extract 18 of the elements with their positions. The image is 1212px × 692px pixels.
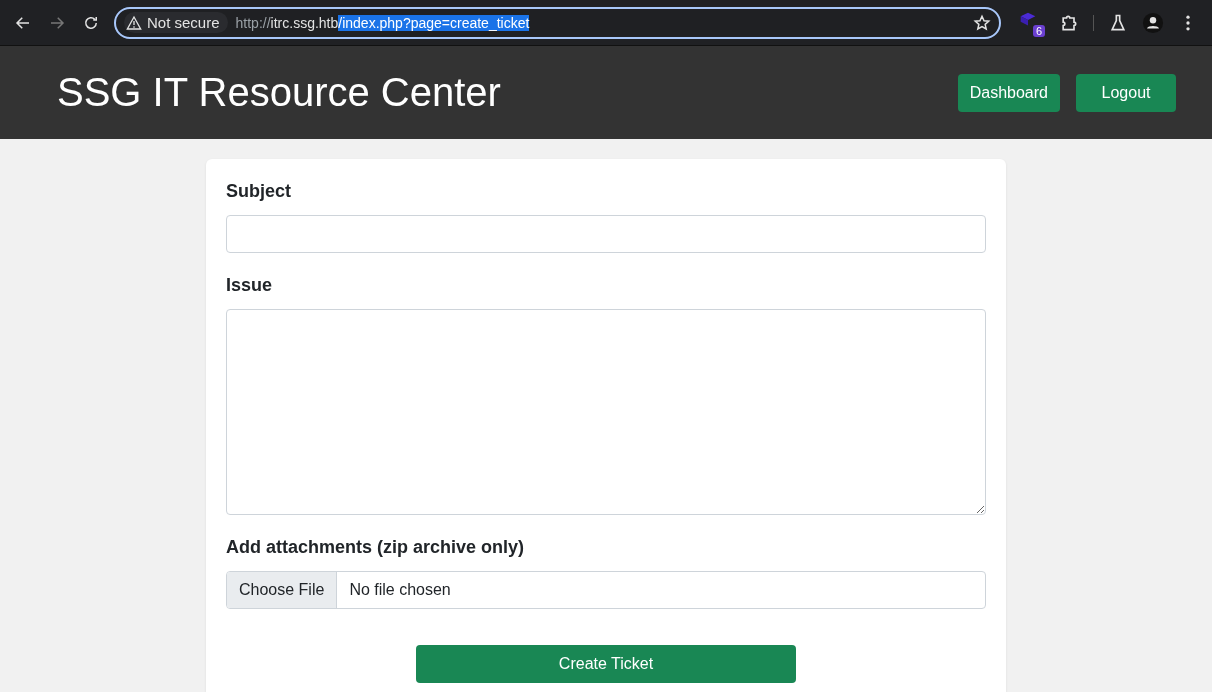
create-ticket-button[interactable]: Create Ticket [416,645,796,683]
extension-badge: 6 [1032,24,1045,37]
warning-icon [126,14,142,31]
file-field[interactable]: Choose File No file chosen [226,571,986,609]
field-label: Issue [226,275,274,296]
security-chip[interactable]: Not secure [124,12,228,33]
field-label: Add attachments (zip archive only) [226,537,526,558]
flask-icon[interactable] [1108,12,1128,33]
site-title: SSG IT Resource Center [57,70,502,115]
choose-file-button[interactable]: Choose File [227,572,338,608]
issue-field[interactable] [226,309,986,515]
file-status: No file chosen [348,580,451,600]
nav-button[interactable]: Dashboard [957,73,1060,112]
profile-icon[interactable] [1142,11,1164,34]
star-icon[interactable] [973,13,991,32]
nav-button[interactable]: Logout [1076,73,1176,112]
field-label: Subject [226,181,292,202]
subject-field[interactable] [226,215,986,253]
